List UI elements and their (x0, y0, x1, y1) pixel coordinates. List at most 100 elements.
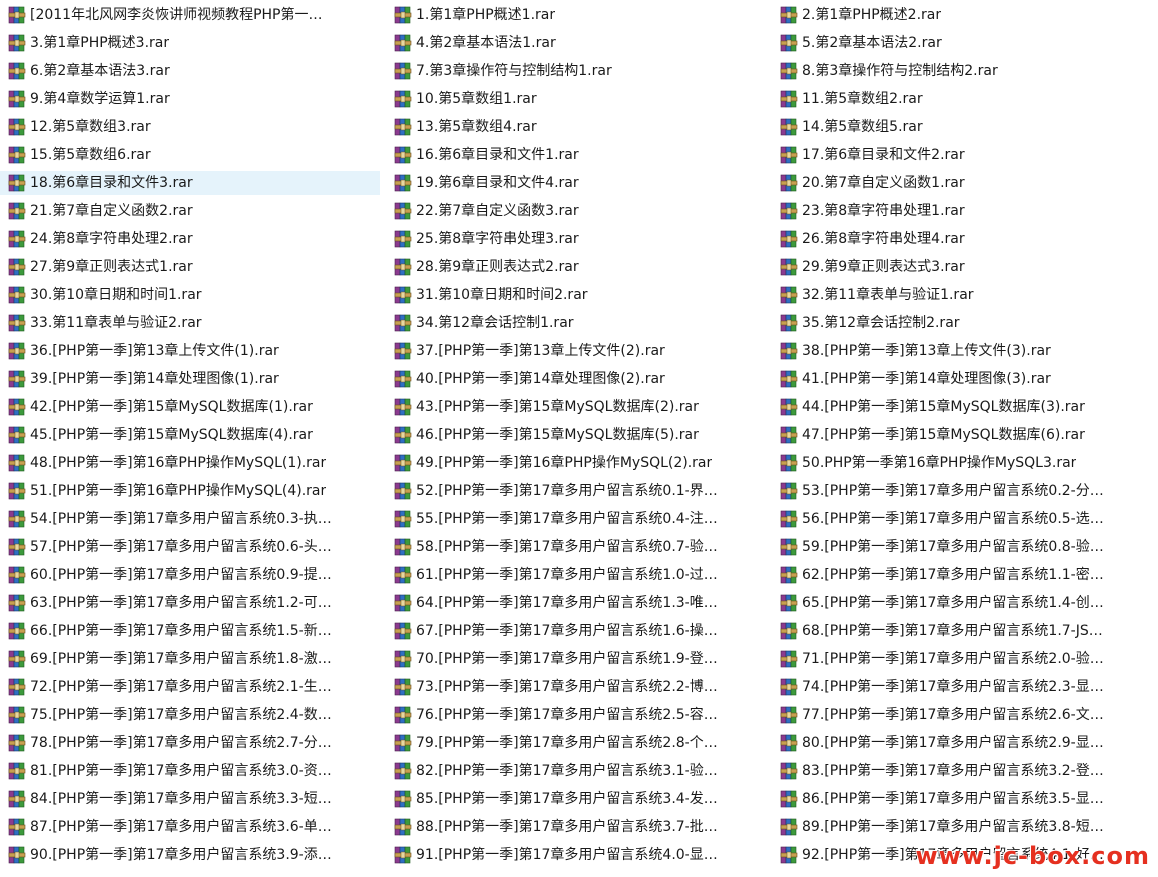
file-item-10[interactable]: 10.第5章数组1.rar (386, 87, 766, 111)
file-item-18[interactable]: 18.第6章目录和文件3.rar (0, 171, 380, 195)
file-item-19[interactable]: 19.第6章目录和文件4.rar (386, 171, 766, 195)
winrar-archive-icon (394, 398, 412, 416)
file-item-40[interactable]: 40.[PHP第一季]第14章处理图像(2).rar (386, 367, 766, 391)
file-item-53[interactable]: 53.[PHP第一季]第17章多用户留言系统0.2-分… (772, 479, 1152, 503)
winrar-archive-icon (780, 650, 798, 668)
file-item-85[interactable]: 85.[PHP第一季]第17章多用户留言系统3.4-发… (386, 787, 766, 811)
file-item-54[interactable]: 54.[PHP第一季]第17章多用户留言系统0.3-执… (0, 507, 380, 531)
file-item-89[interactable]: 89.[PHP第一季]第17章多用户留言系统3.8-短… (772, 815, 1152, 839)
file-item-43[interactable]: 43.[PHP第一季]第15章MySQL数据库(2).rar (386, 395, 766, 419)
file-item-11[interactable]: 11.第5章数组2.rar (772, 87, 1152, 111)
file-item-39[interactable]: 39.[PHP第一季]第14章处理图像(1).rar (0, 367, 380, 391)
file-item-78[interactable]: 78.[PHP第一季]第17章多用户留言系统2.7-分… (0, 731, 380, 755)
file-item-7[interactable]: 7.第3章操作符与控制结构1.rar (386, 59, 766, 83)
file-item-25[interactable]: 25.第8章字符串处理3.rar (386, 227, 766, 251)
file-item-38[interactable]: 38.[PHP第一季]第13章上传文件(3).rar (772, 339, 1152, 363)
file-item-90[interactable]: 90.[PHP第一季]第17章多用户留言系统3.9-添… (0, 843, 380, 867)
file-item-67[interactable]: 67.[PHP第一季]第17章多用户留言系统1.6-操… (386, 619, 766, 643)
file-item-74[interactable]: 74.[PHP第一季]第17章多用户留言系统2.3-显… (772, 675, 1152, 699)
file-item-79[interactable]: 79.[PHP第一季]第17章多用户留言系统2.8-个… (386, 731, 766, 755)
winrar-archive-icon (394, 286, 412, 304)
winrar-archive-icon (8, 734, 26, 752)
file-item-88[interactable]: 88.[PHP第一季]第17章多用户留言系统3.7-批… (386, 815, 766, 839)
file-item-35[interactable]: 35.第12章会话控制2.rar (772, 311, 1152, 335)
file-item-68[interactable]: 68.[PHP第一季]第17章多用户留言系统1.7-JS… (772, 619, 1152, 643)
file-item-44[interactable]: 44.[PHP第一季]第15章MySQL数据库(3).rar (772, 395, 1152, 419)
file-item-22[interactable]: 22.第7章自定义函数3.rar (386, 199, 766, 223)
file-item-29[interactable]: 29.第9章正则表达式3.rar (772, 255, 1152, 279)
file-item-37[interactable]: 37.[PHP第一季]第13章上传文件(2).rar (386, 339, 766, 363)
file-item-36[interactable]: 36.[PHP第一季]第13章上传文件(1).rar (0, 339, 380, 363)
file-item-12[interactable]: 12.第5章数组3.rar (0, 115, 380, 139)
file-item-21[interactable]: 21.第7章自定义函数2.rar (0, 199, 380, 223)
file-item-17[interactable]: 17.第6章目录和文件2.rar (772, 143, 1152, 167)
file-item-9[interactable]: 9.第4章数学运算1.rar (0, 87, 380, 111)
file-item-31[interactable]: 31.第10章日期和时间2.rar (386, 283, 766, 307)
file-item-2[interactable]: 2.第1章PHP概述2.rar (772, 3, 1152, 27)
file-item-46[interactable]: 46.[PHP第一季]第15章MySQL数据库(5).rar (386, 423, 766, 447)
file-item-52[interactable]: 52.[PHP第一季]第17章多用户留言系统0.1-界… (386, 479, 766, 503)
winrar-archive-icon (8, 398, 26, 416)
file-item-33[interactable]: 33.第11章表单与验证2.rar (0, 311, 380, 335)
file-item-91[interactable]: 91.[PHP第一季]第17章多用户留言系统4.0-显… (386, 843, 766, 867)
file-item-87[interactable]: 87.[PHP第一季]第17章多用户留言系统3.6-单… (0, 815, 380, 839)
file-item-23[interactable]: 23.第8章字符串处理1.rar (772, 199, 1152, 223)
file-item-13[interactable]: 13.第5章数组4.rar (386, 115, 766, 139)
file-item-20[interactable]: 20.第7章自定义函数1.rar (772, 171, 1152, 195)
file-name: 3.第1章PHP概述3.rar (30, 35, 170, 51)
file-item-14[interactable]: 14.第5章数组5.rar (772, 115, 1152, 139)
file-item-3[interactable]: 3.第1章PHP概述3.rar (0, 31, 380, 55)
file-item-24[interactable]: 24.第8章字符串处理2.rar (0, 227, 380, 251)
file-item-66[interactable]: 66.[PHP第一季]第17章多用户留言系统1.5-新… (0, 619, 380, 643)
file-item-15[interactable]: 15.第5章数组6.rar (0, 143, 380, 167)
file-item-70[interactable]: 70.[PHP第一季]第17章多用户留言系统1.9-登… (386, 647, 766, 671)
winrar-archive-icon (780, 6, 798, 24)
file-item-82[interactable]: 82.[PHP第一季]第17章多用户留言系统3.1-验… (386, 759, 766, 783)
file-item-84[interactable]: 84.[PHP第一季]第17章多用户留言系统3.3-短… (0, 787, 380, 811)
file-item-57[interactable]: 57.[PHP第一季]第17章多用户留言系统0.6-头… (0, 535, 380, 559)
winrar-archive-icon (394, 34, 412, 52)
file-item-51[interactable]: 51.[PHP第一季]第16章PHP操作MySQL(4).rar (0, 479, 380, 503)
file-item-8[interactable]: 8.第3章操作符与控制结构2.rar (772, 59, 1152, 83)
file-item-1[interactable]: 1.第1章PHP概述1.rar (386, 3, 766, 27)
file-item-45[interactable]: 45.[PHP第一季]第15章MySQL数据库(4).rar (0, 423, 380, 447)
file-item-62[interactable]: 62.[PHP第一季]第17章多用户留言系统1.1-密… (772, 563, 1152, 587)
file-item-64[interactable]: 64.[PHP第一季]第17章多用户留言系统1.3-唯… (386, 591, 766, 615)
file-item-83[interactable]: 83.[PHP第一季]第17章多用户留言系统3.2-登… (772, 759, 1152, 783)
file-item-5[interactable]: 5.第2章基本语法2.rar (772, 31, 1152, 55)
file-item-41[interactable]: 41.[PHP第一季]第14章处理图像(3).rar (772, 367, 1152, 391)
file-item-42[interactable]: 42.[PHP第一季]第15章MySQL数据库(1).rar (0, 395, 380, 419)
file-item-34[interactable]: 34.第12章会话控制1.rar (386, 311, 766, 335)
file-item-55[interactable]: 55.[PHP第一季]第17章多用户留言系统0.4-注… (386, 507, 766, 531)
file-item-16[interactable]: 16.第6章目录和文件1.rar (386, 143, 766, 167)
file-item-59[interactable]: 59.[PHP第一季]第17章多用户留言系统0.8-验… (772, 535, 1152, 559)
file-item-50[interactable]: 50.PHP第一季第16章PHP操作MySQL3.rar (772, 451, 1152, 475)
file-item-30[interactable]: 30.第10章日期和时间1.rar (0, 283, 380, 307)
file-item-86[interactable]: 86.[PHP第一季]第17章多用户留言系统3.5-显… (772, 787, 1152, 811)
file-item-6[interactable]: 6.第2章基本语法3.rar (0, 59, 380, 83)
file-item-48[interactable]: 48.[PHP第一季]第16章PHP操作MySQL(1).rar (0, 451, 380, 475)
file-item-28[interactable]: 28.第9章正则表达式2.rar (386, 255, 766, 279)
file-item-60[interactable]: 60.[PHP第一季]第17章多用户留言系统0.9-提… (0, 563, 380, 587)
file-item-61[interactable]: 61.[PHP第一季]第17章多用户留言系统1.0-过… (386, 563, 766, 587)
file-item-63[interactable]: 63.[PHP第一季]第17章多用户留言系统1.2-可… (0, 591, 380, 615)
file-item-27[interactable]: 27.第9章正则表达式1.rar (0, 255, 380, 279)
file-item-81[interactable]: 81.[PHP第一季]第17章多用户留言系统3.0-资… (0, 759, 380, 783)
file-item-65[interactable]: 65.[PHP第一季]第17章多用户留言系统1.4-创… (772, 591, 1152, 615)
file-item-71[interactable]: 71.[PHP第一季]第17章多用户留言系统2.0-验… (772, 647, 1152, 671)
file-item-47[interactable]: 47.[PHP第一季]第15章MySQL数据库(6).rar (772, 423, 1152, 447)
file-item-4[interactable]: 4.第2章基本语法1.rar (386, 31, 766, 55)
file-item-77[interactable]: 77.[PHP第一季]第17章多用户留言系统2.6-文… (772, 703, 1152, 727)
file-item-49[interactable]: 49.[PHP第一季]第16章PHP操作MySQL(2).rar (386, 451, 766, 475)
file-item-26[interactable]: 26.第8章字符串处理4.rar (772, 227, 1152, 251)
file-item-56[interactable]: 56.[PHP第一季]第17章多用户留言系统0.5-选… (772, 507, 1152, 531)
file-item-0[interactable]: [2011年北风网李炎恢讲师视频教程PHP第一… (0, 3, 380, 27)
file-item-58[interactable]: 58.[PHP第一季]第17章多用户留言系统0.7-验… (386, 535, 766, 559)
file-item-73[interactable]: 73.[PHP第一季]第17章多用户留言系统2.2-博… (386, 675, 766, 699)
file-item-69[interactable]: 69.[PHP第一季]第17章多用户留言系统1.8-激… (0, 647, 380, 671)
file-item-80[interactable]: 80.[PHP第一季]第17章多用户留言系统2.9-显… (772, 731, 1152, 755)
file-item-72[interactable]: 72.[PHP第一季]第17章多用户留言系统2.1-生… (0, 675, 380, 699)
file-item-75[interactable]: 75.[PHP第一季]第17章多用户留言系统2.4-数… (0, 703, 380, 727)
file-item-32[interactable]: 32.第11章表单与验证1.rar (772, 283, 1152, 307)
file-item-76[interactable]: 76.[PHP第一季]第17章多用户留言系统2.5-容… (386, 703, 766, 727)
